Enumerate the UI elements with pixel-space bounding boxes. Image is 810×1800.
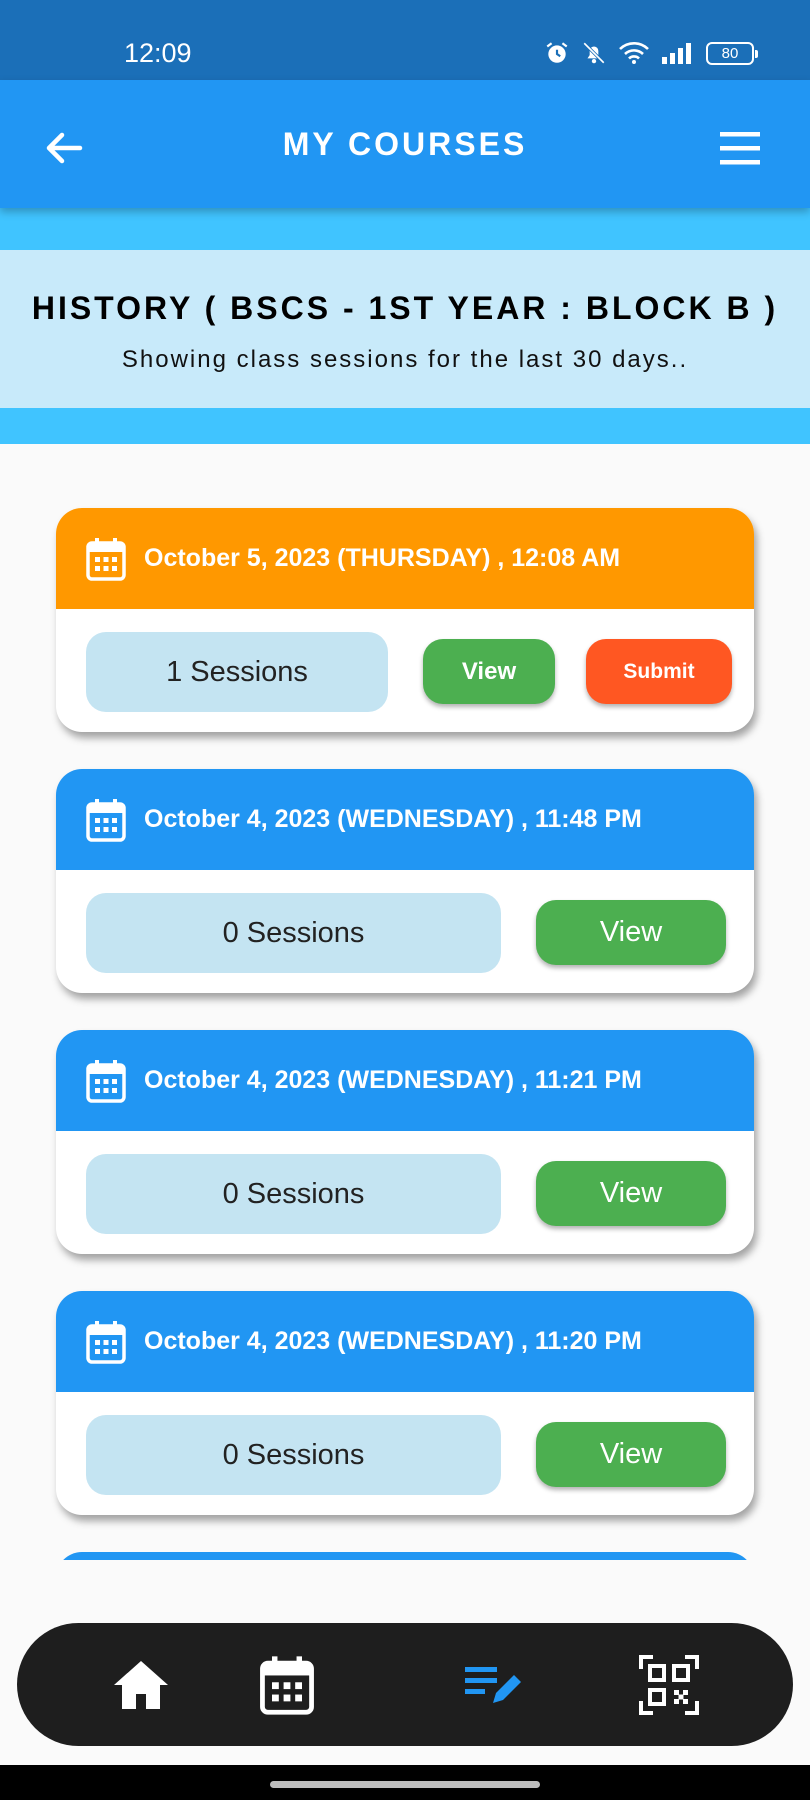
qr-code-icon (639, 1655, 699, 1715)
calendar-icon (260, 1656, 314, 1715)
battery-icon: 80 (706, 41, 758, 65)
session-card-header: October 4, 2023 (WEDNESDAY) , 11:20 PM (56, 1291, 754, 1392)
view-button[interactable]: View (536, 1422, 726, 1487)
bell-off-icon (583, 42, 605, 64)
calendar-icon (86, 538, 126, 581)
session-date: October 4, 2023 (WEDNESDAY) , 11:48 PM (144, 805, 642, 833)
status-time: 12:09 (124, 38, 192, 68)
gesture-handle[interactable] (270, 1781, 540, 1788)
status-bar: 12:09 80 (0, 0, 810, 80)
session-card-header: October 5, 2023 (THURSDAY) , 12:08 AM (56, 508, 754, 609)
page-title: MY COURSES (282, 126, 528, 162)
nav-qr-scan[interactable] (637, 1653, 701, 1717)
view-button[interactable]: View (536, 900, 726, 965)
calendar-icon (86, 1060, 126, 1103)
status-icons: 80 (544, 40, 758, 66)
app-bar: MY COURSES (0, 80, 810, 208)
edit-list-icon (465, 1667, 521, 1703)
session-card-header: October 4, 2023 (WEDNESDAY) , 11:48 PM (56, 769, 754, 870)
session-card: October 4, 2023 (WEDNESDAY) , 11:48 PM 0… (56, 769, 754, 993)
submit-button[interactable]: Submit (586, 639, 732, 704)
view-button[interactable]: View (423, 639, 555, 704)
list-fade (0, 1560, 810, 1620)
bottom-nav (17, 1623, 793, 1746)
session-card: October 4, 2023 (WEDNESDAY) , 11:21 PM 0… (56, 1030, 754, 1254)
sessions-count: 0 Sessions (86, 893, 501, 973)
view-button[interactable]: View (536, 1161, 726, 1226)
calendar-icon (86, 1321, 126, 1364)
nav-home[interactable] (109, 1653, 173, 1717)
hamburger-menu-icon[interactable] (716, 125, 764, 171)
session-card: October 4, 2023 (WEDNESDAY) , 11:20 PM 0… (56, 1291, 754, 1515)
session-date: October 4, 2023 (WEDNESDAY) , 11:21 PM (144, 1066, 642, 1094)
signal-icon (662, 43, 691, 64)
calendar-icon (86, 799, 126, 842)
course-header: HISTORY ( BSCS - 1ST YEAR : BLOCK B ) Sh… (0, 250, 810, 408)
session-card: October 5, 2023 (THURSDAY) , 12:08 AM 1 … (56, 508, 754, 732)
course-subtitle: Showing class sessions for the last 30 d… (121, 346, 689, 373)
home-icon (114, 1661, 168, 1709)
nav-edit-list[interactable] (461, 1653, 525, 1717)
wifi-icon (619, 42, 649, 64)
session-date: October 4, 2023 (WEDNESDAY) , 11:20 PM (144, 1327, 642, 1355)
sessions-count: 1 Sessions (86, 632, 388, 712)
sessions-count: 0 Sessions (86, 1154, 501, 1234)
course-title: HISTORY ( BSCS - 1ST YEAR : BLOCK B ) (31, 290, 779, 326)
nav-calendar[interactable] (255, 1653, 319, 1717)
alarm-icon (546, 42, 568, 63)
sessions-count: 0 Sessions (86, 1415, 501, 1495)
session-card-header: October 4, 2023 (WEDNESDAY) , 11:21 PM (56, 1030, 754, 1131)
session-date: October 5, 2023 (THURSDAY) , 12:08 AM (144, 544, 621, 572)
